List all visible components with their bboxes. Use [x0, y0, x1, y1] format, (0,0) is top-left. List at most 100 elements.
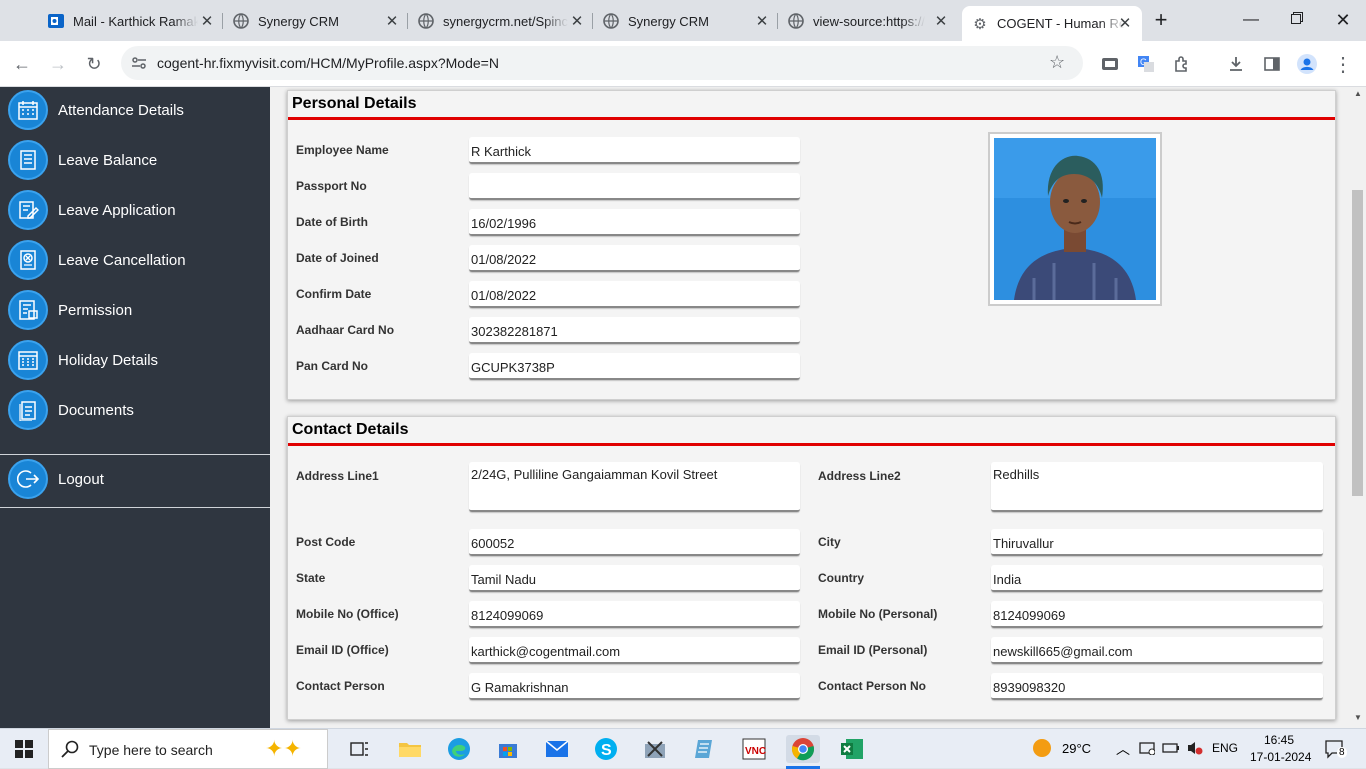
close-tab-icon[interactable]: ✕ — [568, 12, 586, 30]
translate-icon[interactable]: G — [1131, 49, 1161, 79]
file-explorer-icon[interactable] — [396, 735, 424, 763]
tab-cogent-active[interactable]: ⚙ COGENT - Human Re ✕ — [962, 6, 1142, 41]
clock-time[interactable]: 16:45 — [1264, 733, 1294, 747]
sidebar-item-logout[interactable]: Logout — [0, 455, 270, 503]
site-info-icon[interactable] — [131, 55, 147, 76]
globe-icon — [418, 13, 434, 29]
chrome-taskbar-icon[interactable] — [786, 735, 820, 763]
date-of-joined-field[interactable]: 01/08/2022 — [469, 245, 800, 272]
state-field[interactable]: Tamil Nadu — [469, 565, 800, 592]
mobile-no-office-field[interactable]: 8124099069 — [469, 601, 800, 628]
address-line1-field[interactable]: 2/24G, Pulliline Gangaiamman Kovil Stree… — [469, 462, 800, 512]
screen-cast-icon[interactable] — [1095, 49, 1125, 79]
email-personal-field[interactable]: newskill665@gmail.com — [991, 637, 1323, 664]
restore-button[interactable] — [1282, 7, 1312, 33]
weather-temperature[interactable]: 29°C — [1062, 741, 1091, 756]
extensions-icon[interactable] — [1167, 49, 1197, 79]
passport-no-field[interactable] — [469, 173, 800, 200]
mobile-no-personal-field[interactable]: 8124099069 — [991, 601, 1323, 628]
close-tab-icon[interactable]: ✕ — [1116, 14, 1134, 32]
post-code-field[interactable]: 600052 — [469, 529, 800, 556]
sidebar-item-leave-cancellation[interactable]: Leave Cancellation — [0, 236, 270, 284]
skype-icon[interactable]: S — [592, 735, 620, 763]
profile-avatar-icon[interactable] — [1292, 49, 1322, 79]
close-tab-icon[interactable]: ✕ — [383, 12, 401, 30]
taskbar-search-box[interactable]: Type here to search ✦✦ — [48, 729, 328, 769]
pan-card-no-field[interactable]: GCUPK3738P — [469, 353, 800, 380]
close-tab-icon[interactable]: ✕ — [198, 12, 216, 30]
close-tab-icon[interactable]: ✕ — [753, 12, 771, 30]
section-divider — [288, 117, 1335, 120]
forward-button[interactable]: → — [43, 49, 73, 79]
sidebar-item-leave-balance[interactable]: Leave Balance — [0, 136, 270, 184]
page-scrollbar[interactable]: ▲ ▼ — [1350, 87, 1366, 728]
city-field[interactable]: Thiruvallur — [991, 529, 1323, 556]
language-indicator[interactable]: ENG — [1212, 741, 1238, 755]
sidebar-item-holiday-details[interactable]: Holiday Details — [0, 336, 270, 384]
globe-icon — [603, 13, 619, 29]
reload-button[interactable]: ↻ — [79, 49, 109, 79]
close-window-button[interactable]: ✕ — [1328, 7, 1358, 33]
address-bar[interactable]: cogent-hr.fixmyvisit.com/HCM/MyProfile.a… — [121, 46, 1083, 80]
windows-start-button[interactable] — [10, 735, 38, 763]
country-field[interactable]: India — [991, 565, 1323, 592]
confirm-date-field[interactable]: 01/08/2022 — [469, 281, 800, 308]
browser-tab-strip: Mail - Karthick Ramakrishnan ✕ Synergy C… — [0, 0, 1366, 41]
tab-mail[interactable]: Mail - Karthick Ramakrishnan ✕ — [48, 8, 216, 34]
section-divider — [288, 443, 1335, 446]
search-placeholder: Type here to search — [89, 742, 213, 758]
scrollbar-thumb[interactable] — [1352, 190, 1363, 496]
employee-name-field[interactable]: R Karthick — [469, 137, 800, 164]
sidebar-item-leave-application[interactable]: Leave Application — [0, 186, 270, 234]
tab-view-source[interactable]: view-source:https://s ✕ — [788, 8, 950, 34]
task-view-icon[interactable] — [346, 735, 374, 763]
field-label: Address Line2 — [818, 469, 901, 483]
close-tab-icon[interactable]: ✕ — [932, 12, 950, 30]
field-label: Address Line1 — [296, 469, 379, 483]
weather-sun-icon[interactable] — [1032, 738, 1052, 763]
sidebar: Attendance Details Leave Balance Leave A… — [0, 87, 270, 728]
tab-synergy-crm-2[interactable]: Synergy CRM ✕ — [603, 8, 771, 34]
calendar-grid-icon — [8, 340, 48, 380]
scroll-down-icon[interactable]: ▼ — [1354, 713, 1362, 722]
volume-muted-icon[interactable] — [1186, 740, 1204, 761]
sidebar-item-documents[interactable]: Documents — [0, 386, 270, 434]
chevron-up-icon[interactable]: ︿ — [1116, 739, 1130, 759]
side-panel-icon[interactable] — [1257, 49, 1287, 79]
reload-icon: ↻ — [86, 53, 102, 74]
clock-date[interactable]: 17-01-2024 — [1250, 750, 1311, 764]
globe-icon — [788, 13, 804, 29]
date-of-birth-field[interactable]: 16/02/1996 — [469, 209, 800, 236]
menu-kebab-icon[interactable]: ⋮ — [1328, 49, 1358, 79]
microsoft-store-icon[interactable] — [494, 735, 522, 763]
address-line2-field[interactable]: Redhills — [991, 462, 1323, 512]
download-icon[interactable] — [1221, 49, 1251, 79]
scroll-up-icon[interactable]: ▲ — [1354, 89, 1362, 98]
new-tab-button[interactable]: + — [1146, 7, 1176, 33]
excel-icon[interactable] — [838, 735, 866, 763]
tab-synergy-crm-1[interactable]: Synergy CRM ✕ — [233, 8, 401, 34]
sidebar-item-permission[interactable]: Permission — [0, 286, 270, 334]
back-button[interactable]: ← — [7, 49, 37, 79]
field-label: Aadhaar Card No — [296, 323, 395, 337]
tools-app-icon[interactable] — [641, 735, 669, 763]
bookmark-star-icon[interactable]: ☆ — [1049, 52, 1065, 73]
contact-person-no-field[interactable]: 8939098320 — [991, 673, 1323, 700]
aadhaar-card-no-field[interactable]: 302382281871 — [469, 317, 800, 344]
tab-title: synergycrm.net/Spinc — [443, 13, 568, 29]
field-label: City — [818, 535, 841, 549]
contact-person-field[interactable]: G Ramakrishnan — [469, 673, 800, 700]
battery-icon[interactable] — [1162, 741, 1180, 760]
tab-synergycrm-net[interactable]: synergycrm.net/Spinc ✕ — [418, 8, 586, 34]
email-office-field[interactable]: karthick@cogentmail.com — [469, 637, 800, 664]
network-icon[interactable] — [1139, 741, 1156, 760]
sidebar-item-attendance-details[interactable]: Attendance Details — [0, 86, 270, 134]
field-label: Mobile No (Personal) — [818, 607, 938, 621]
notepad-app-icon[interactable] — [690, 735, 718, 763]
field-label: State — [296, 571, 326, 585]
edge-browser-icon[interactable] — [445, 735, 473, 763]
vnc-viewer-icon[interactable]: VNC — [740, 735, 768, 763]
tab-title: COGENT - Human Re — [997, 16, 1125, 31]
mail-app-icon[interactable] — [543, 735, 571, 763]
minimize-button[interactable]: — — [1236, 7, 1266, 33]
